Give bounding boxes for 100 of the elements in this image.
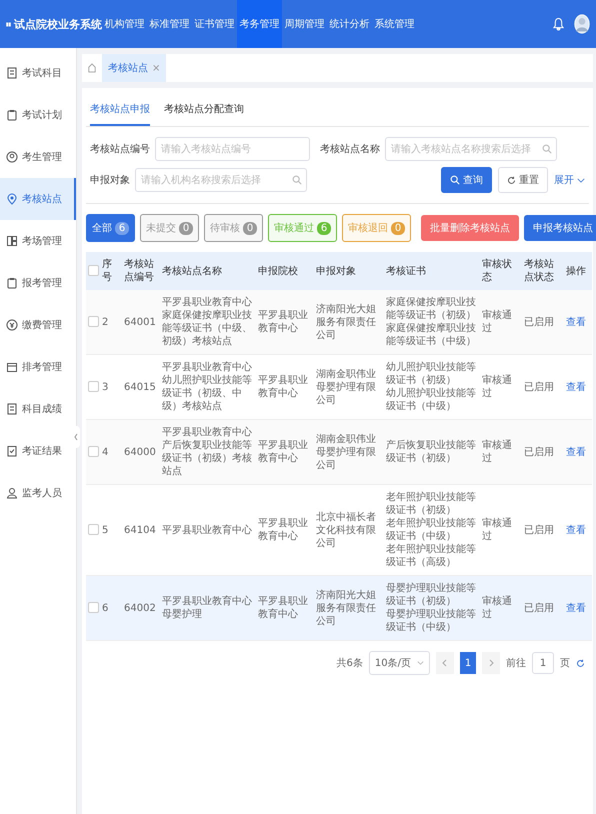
checkbox[interactable] — [88, 524, 99, 536]
certificate-name: 产后恢复职业技能等级证书（初级） — [386, 439, 477, 465]
view-link[interactable]: 查看 — [566, 524, 586, 536]
declare-button[interactable]: 申报考核站点 — [524, 215, 596, 241]
certificate-name: 幼儿照护职业技能等级证书（初级） — [386, 361, 477, 387]
book-icon — [6, 20, 11, 28]
field-label: 考核站点名称 — [320, 142, 380, 156]
nav-item[interactable]: 统计分析 — [327, 0, 372, 48]
table-cell: 平罗县职业教育中心 — [256, 290, 314, 354]
sidebar-item[interactable]: 考试科目 — [0, 52, 76, 94]
caret-icon — [417, 661, 424, 665]
column-header: 考核站点状态 — [522, 252, 564, 290]
input-field[interactable]: 请输入机构名称搜索后选择 — [135, 168, 307, 192]
checkbox[interactable] — [88, 446, 99, 458]
refresh-icon[interactable] — [576, 658, 585, 668]
view-link[interactable]: 查看 — [566, 602, 586, 614]
reset-button[interactable]: 重置 — [498, 167, 548, 193]
refresh-icon — [507, 176, 516, 184]
location-pin-icon — [6, 193, 18, 205]
table-cell: 已启用 — [522, 420, 564, 484]
sidebar-item[interactable]: 考场管理 — [0, 220, 76, 262]
sidebar-item[interactable]: 考试计划 — [0, 94, 76, 136]
column-header: 考核站点名称 — [160, 252, 256, 290]
certificate-name: 家庭保健按摩职业技能等级证书（中级） — [386, 322, 477, 348]
sidebar-item[interactable]: 考生管理 — [0, 136, 76, 178]
column-header: 申报院校 — [256, 252, 314, 290]
nav-item[interactable]: 考务管理 — [237, 0, 282, 48]
certificate-name: 母婴护理职业技能等级证书（初级） — [386, 582, 477, 608]
goto-label: 前往 — [506, 656, 526, 670]
sidebar-item[interactable]: 排考管理 — [0, 346, 76, 388]
search-button[interactable]: 查询 — [441, 167, 492, 193]
column-header: 序号 — [100, 252, 122, 290]
certificate-name: 老年照护职业技能等级证书（初级） — [386, 491, 477, 517]
grid-icon — [6, 235, 18, 247]
input-field[interactable]: 请输入考核站点编号 — [155, 137, 310, 161]
status-filter-chip[interactable]: 未提交 0 — [140, 214, 199, 242]
table-cell: 已启用 — [522, 290, 564, 354]
page-button[interactable]: 1 — [460, 652, 476, 674]
sidebar-item[interactable]: 监考人员 — [0, 472, 76, 514]
sidebar-item[interactable]: 考证结果 — [0, 430, 76, 472]
sidebar-item[interactable]: 科目成绩 — [0, 388, 76, 430]
table-cell: 已启用 — [522, 576, 564, 640]
table-cell: 2 — [100, 290, 122, 354]
view-link[interactable]: 查看 — [566, 316, 586, 328]
tab[interactable]: 考核站点申报 — [90, 102, 150, 126]
view-link[interactable]: 查看 — [566, 446, 586, 458]
table-cell: 审核通过 — [480, 420, 522, 484]
expand-link[interactable]: 展开 — [554, 173, 585, 187]
sidebar-item[interactable]: 缴费管理 — [0, 304, 76, 346]
total-count: 共6条 — [336, 656, 363, 670]
document-icon — [6, 67, 18, 79]
table-cell: 平罗县职业教育中心母婴护理 — [160, 576, 256, 640]
table-cell: 平罗县职业教育中心 — [256, 576, 314, 640]
bell-icon[interactable] — [553, 17, 564, 31]
breadcrumb-tab[interactable]: 考核站点 × — [102, 54, 166, 82]
home-icon[interactable] — [88, 63, 96, 73]
table-cell: 济南阳光大姐服务有限责任公司 — [314, 576, 384, 640]
table-cell: 64001 — [122, 290, 160, 354]
table-cell: 济南阳光大姐服务有限责任公司 — [314, 290, 384, 354]
field-label: 考核站点编号 — [90, 142, 150, 156]
search-icon — [542, 144, 552, 154]
checkbox[interactable] — [88, 265, 99, 276]
nav-item[interactable]: 证书管理 — [192, 0, 237, 48]
certificate-name: 家庭保健按摩职业技能等级证书（初级） — [386, 296, 477, 322]
table-cell: 审核通过 — [480, 290, 522, 354]
clipboard-icon — [6, 277, 18, 289]
search-icon — [450, 175, 460, 185]
column-header: 审核状态 — [480, 252, 522, 290]
sidebar-item[interactable]: 考核站点 — [0, 178, 76, 220]
app-title: 试点院校业务系统 — [14, 16, 102, 32]
page-input[interactable]: 1 — [532, 652, 554, 674]
tab[interactable]: 考核站点分配查询 — [164, 102, 244, 126]
column-header: 操作 — [564, 252, 592, 290]
checkbox[interactable] — [88, 381, 99, 392]
certificate-name: 老年照护职业技能等级证书（中级） — [386, 517, 477, 543]
field-label: 申报对象 — [90, 174, 130, 187]
status-filter-chip[interactable]: 待审核 0 — [204, 214, 263, 242]
input-field[interactable]: 请输入考核站点名称搜索后选择 — [385, 137, 557, 161]
checklist-icon — [6, 445, 18, 457]
person-icon — [6, 487, 18, 499]
page-size-select[interactable]: 10条/页 — [368, 651, 430, 675]
sidebar-item[interactable]: 报考管理 — [0, 262, 76, 304]
nav-item[interactable]: 机构管理 — [102, 0, 147, 48]
coin-icon — [6, 319, 18, 331]
avatar-icon[interactable] — [574, 13, 590, 35]
calendar-icon — [6, 361, 18, 373]
table-cell: 64002 — [122, 576, 160, 640]
column-header: 考核站点编号 — [122, 252, 160, 290]
column-header: 考核证书 — [384, 252, 480, 290]
nav-item[interactable]: 周期管理 — [282, 0, 327, 48]
batch-delete-button[interactable]: 批量删除考核站点 — [421, 215, 519, 241]
document-icon — [6, 403, 18, 415]
table-cell: 湖南金职伟业母婴护理有限公司 — [314, 420, 384, 484]
nav-item[interactable]: 标准管理 — [147, 0, 192, 48]
status-filter-chip[interactable]: 全部 6 — [86, 214, 135, 242]
view-link[interactable]: 查看 — [566, 382, 586, 392]
nav-item[interactable]: 系统管理 — [372, 0, 417, 48]
checkbox[interactable] — [88, 602, 99, 614]
table-cell: 64000 — [122, 420, 160, 484]
checkbox[interactable] — [88, 316, 99, 328]
